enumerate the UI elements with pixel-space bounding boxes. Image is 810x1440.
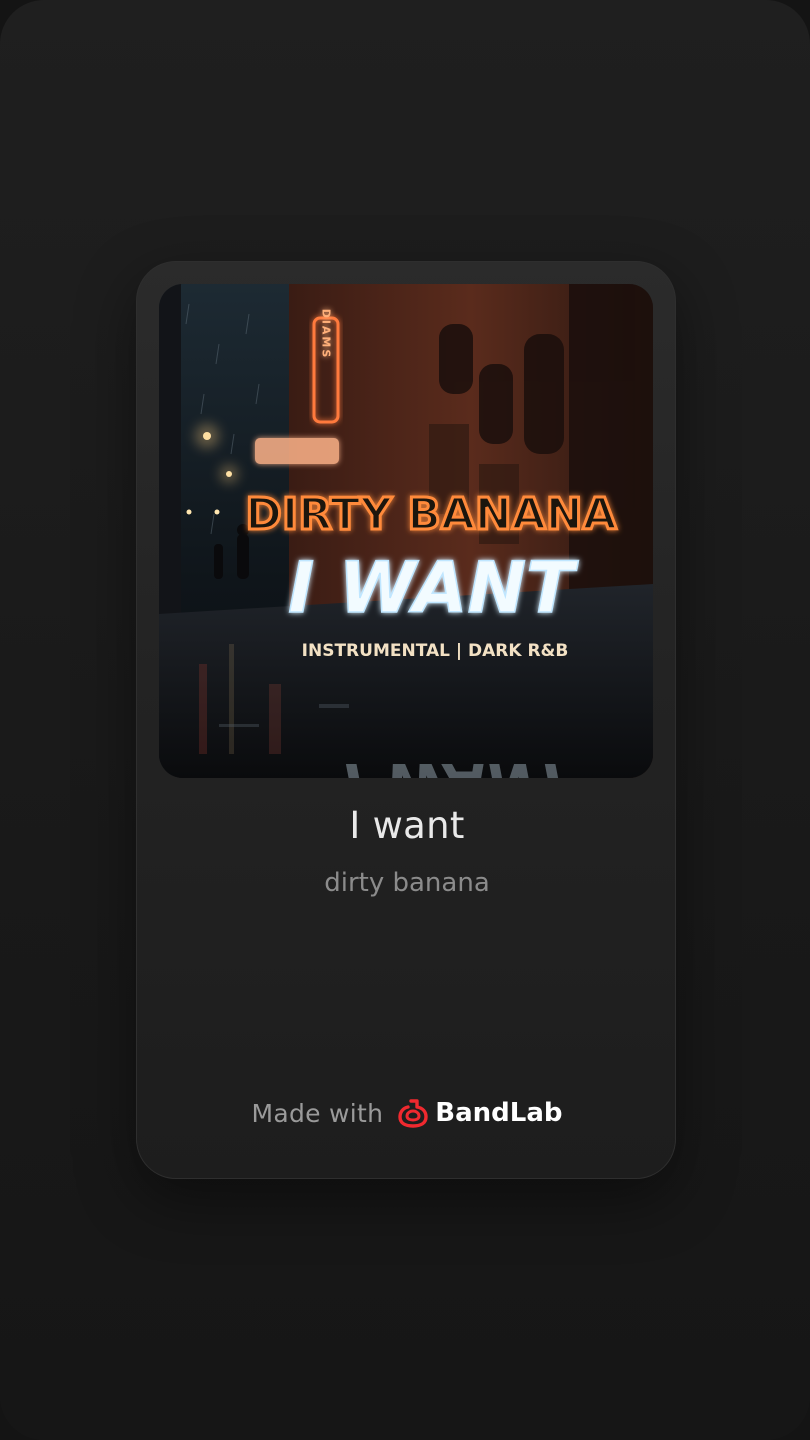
share-screen: DIAMS DIRTY BANANA I WANT I WANT INSTRUM…	[0, 0, 810, 1440]
cover-title-reflection: I WANT	[345, 750, 577, 778]
bandlab-brand-name: BandLab	[435, 1098, 563, 1128]
neon-sign-text: DIAMS	[320, 309, 333, 360]
track-title: I want	[349, 804, 465, 847]
made-with-bandlab[interactable]: Made with BandLab	[137, 1098, 677, 1128]
bandlab-logo-icon	[398, 1099, 428, 1128]
cover-artist-text: DIRTY BANANA	[245, 489, 616, 540]
cover-art-image: DIAMS DIRTY BANANA I WANT I WANT INSTRUM…	[159, 284, 653, 778]
bandlab-brand[interactable]: BandLab	[397, 1098, 563, 1128]
cover-title-text: I WANT	[288, 547, 579, 629]
artist-name[interactable]: dirty banana	[137, 868, 677, 898]
cover-subtitle-text: INSTRUMENTAL | DARK R&B	[302, 641, 569, 661]
cover-art: DIAMS DIRTY BANANA I WANT I WANT INSTRUM…	[159, 284, 653, 778]
made-with-label: Made with	[251, 1098, 384, 1128]
track-card[interactable]: DIAMS DIRTY BANANA I WANT I WANT INSTRUM…	[136, 261, 676, 1179]
